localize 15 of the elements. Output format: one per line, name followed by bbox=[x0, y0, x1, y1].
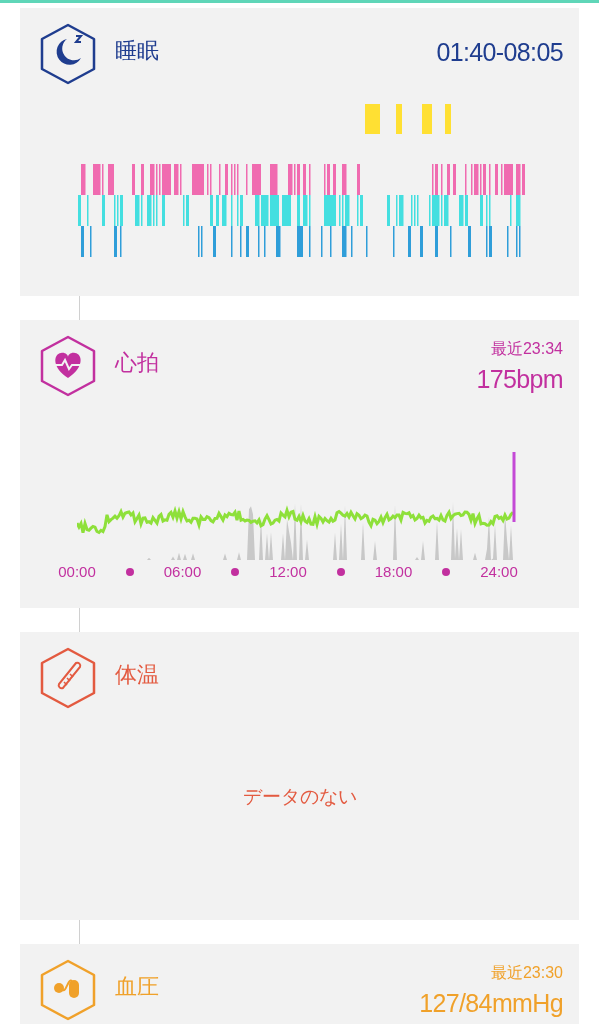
recent-time: 最近23:34 bbox=[490, 339, 563, 359]
card-title: 心拍 bbox=[115, 349, 159, 377]
measurement-value: 01:40-08:05 bbox=[436, 37, 563, 67]
card-title: 睡眠 bbox=[115, 37, 159, 65]
card-title: 体温 bbox=[115, 661, 159, 689]
measurement-value: 127/84mmHg bbox=[419, 988, 563, 1018]
time-axis-label: 24:00 bbox=[479, 563, 519, 581]
time-axis-label: 00:00 bbox=[57, 563, 97, 581]
no-data-message: データのない bbox=[242, 784, 357, 809]
card-title: 血圧 bbox=[115, 973, 159, 1001]
measurement-value: 175bpm bbox=[476, 364, 563, 394]
recent-time: 最近23:30 bbox=[490, 963, 563, 983]
time-axis-label: 18:00 bbox=[373, 563, 414, 581]
time-axis-label: 12:00 bbox=[268, 563, 308, 581]
time-axis-label: 06:00 bbox=[162, 563, 203, 581]
